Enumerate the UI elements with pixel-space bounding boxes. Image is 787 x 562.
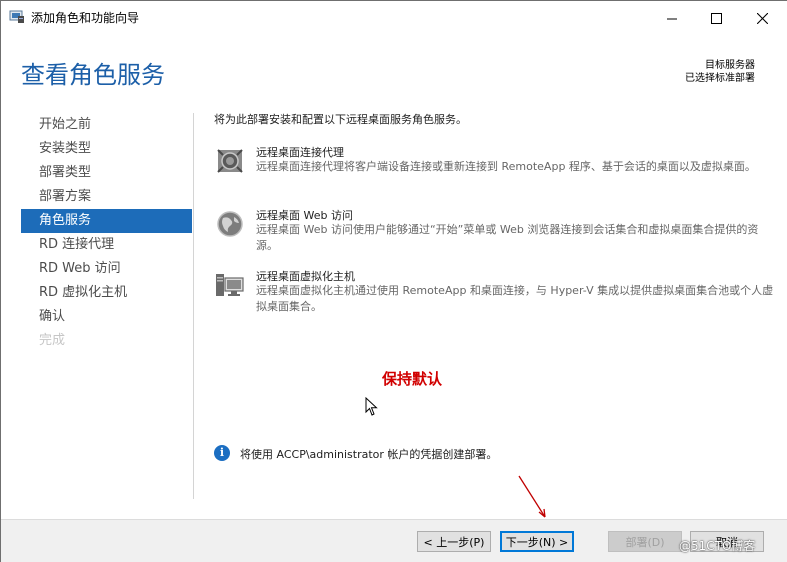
watermark: @51CTO博客 (679, 539, 756, 553)
minimize-button[interactable] (649, 1, 695, 35)
service-name: 远程桌面连接代理 (256, 146, 344, 159)
nav-item-before-you-begin[interactable]: 开始之前 (21, 113, 192, 137)
destination-server-label: 目标服务器 (705, 60, 755, 71)
nav-divider (193, 113, 194, 499)
nav-item-installation-type[interactable]: 安装类型 (21, 137, 192, 161)
deploy-button: 部署(D) (608, 531, 682, 552)
nav-item-deployment-scenario[interactable]: 部署方案 (21, 185, 192, 209)
service-description: 远程桌面 Web 访问使用户能够通过“开始”菜单或 Web 浏览器连接到会话集合… (256, 223, 759, 252)
content-panel: 将为此部署安装和配置以下远程桌面服务角色服务。 远程桌面连接代理 远程桌面连接代… (214, 111, 774, 313)
page-title: 查看角色服务 (21, 61, 165, 89)
maximize-button[interactable] (693, 1, 739, 35)
next-button[interactable]: 下一步(N) > (500, 531, 574, 552)
virtualization-host-icon (214, 270, 246, 300)
close-button[interactable] (739, 1, 785, 35)
minimize-icon (666, 18, 677, 19)
nav-item-rd-web-access[interactable]: RD Web 访问 (21, 257, 192, 281)
intro-text: 将为此部署安装和配置以下远程桌面服务角色服务。 (214, 113, 467, 126)
info-text: 将使用 ACCP\administrator 帐户的凭据创建部署。 (240, 448, 498, 461)
service-description: 远程桌面虚拟化主机通过使用 RemoteApp 和桌面连接，与 Hyper-V … (256, 284, 774, 313)
title-bar[interactable]: 添加角色和功能向导 (1, 1, 787, 35)
wizard-steps-nav: 开始之前 安装类型 部署类型 部署方案 角色服务 RD 连接代理 RD Web … (21, 113, 192, 353)
close-icon (756, 12, 768, 24)
connection-broker-icon (214, 146, 246, 176)
annotation-arrow-icon (518, 475, 546, 518)
destination-server-info: 目标服务器 已选择标准部署 (685, 59, 755, 85)
wizard-footer: < 上一步(P) 下一步(N) > 部署(D) 取消 (1, 519, 787, 562)
service-description: 远程桌面连接代理将客户端设备连接或重新连接到 RemoteApp 程序、基于会话… (256, 160, 756, 173)
mouse-cursor-icon (365, 397, 378, 416)
maximize-icon (710, 12, 722, 24)
nav-item-rd-virtualization-host[interactable]: RD 虚拟化主机 (21, 281, 192, 305)
server-manager-icon (9, 10, 25, 24)
wizard-window: 添加角色和功能向导 查看角色服务 目标服务器 已选择标准部署 开始之前 安装类型… (0, 0, 787, 562)
info-icon: i (214, 445, 230, 461)
nav-item-rd-connection-broker[interactable]: RD 连接代理 (21, 233, 192, 257)
window-title: 添加角色和功能向导 (31, 11, 140, 25)
previous-button[interactable]: < 上一步(P) (417, 531, 491, 552)
annotation-text: 保持默认 (382, 370, 443, 388)
service-name: 远程桌面虚拟化主机 (256, 270, 355, 283)
service-name: 远程桌面 Web 访问 (256, 209, 353, 222)
web-access-globe-icon (214, 209, 246, 239)
nav-item-completion: 完成 (39, 333, 66, 348)
nav-item-confirmation[interactable]: 确认 (21, 305, 192, 329)
nav-item-role-services[interactable]: 角色服务 (21, 209, 192, 233)
destination-server-value: 已选择标准部署 (685, 73, 755, 84)
nav-item-deployment-type[interactable]: 部署类型 (21, 161, 192, 185)
